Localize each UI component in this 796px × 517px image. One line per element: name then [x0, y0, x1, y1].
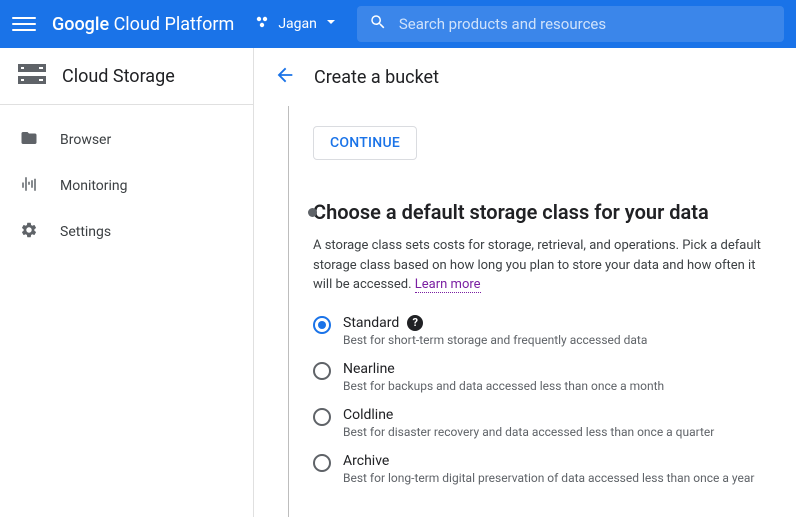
learn-more-link[interactable]: Learn more	[415, 277, 481, 293]
radio-option-standard[interactable]: Standard ? Best for short-term storage a…	[313, 315, 776, 347]
section-description-text: A storage class sets costs for storage, …	[313, 238, 761, 292]
radio-label: Standard	[343, 315, 399, 331]
radio-label: Nearline	[343, 361, 395, 377]
cloud-storage-icon	[18, 62, 46, 90]
sidebar-nav: Browser Monitoring Settings	[0, 105, 253, 255]
radio-icon	[313, 362, 331, 380]
brand-prefix: Google	[52, 14, 109, 35]
radio-icon	[313, 408, 331, 426]
radio-option-nearline[interactable]: Nearline Best for backups and data acces…	[313, 361, 776, 393]
storage-class-section: Choose a default storage class for your …	[313, 200, 776, 517]
hamburger-menu-icon[interactable]	[12, 12, 36, 36]
search-input[interactable]	[399, 15, 772, 33]
section-heading: Choose a default storage class for your …	[313, 200, 776, 224]
search-icon	[369, 13, 387, 35]
radio-hint: Best for disaster recovery and data acce…	[343, 425, 714, 439]
sidebar-item-browser[interactable]: Browser	[0, 117, 253, 163]
radio-label: Coldline	[343, 407, 393, 423]
sidebar-item-label: Browser	[60, 132, 111, 148]
gear-icon	[20, 221, 38, 243]
main-panel: Create a bucket CONTINUE Choose a defaul…	[254, 48, 796, 517]
sidebar-title: Cloud Storage	[62, 66, 175, 87]
monitoring-icon	[20, 175, 38, 197]
radio-icon	[313, 316, 331, 334]
back-arrow-icon[interactable]	[274, 64, 296, 90]
project-name: Jagan	[278, 16, 317, 32]
sidebar-header: Cloud Storage	[0, 48, 253, 105]
storage-class-radio-group: Standard ? Best for short-term storage a…	[313, 315, 776, 485]
search-bar[interactable]	[357, 6, 784, 42]
brand-suffix: Cloud Platform	[114, 14, 235, 35]
sidebar-item-settings[interactable]: Settings	[0, 209, 253, 255]
sidebar: Cloud Storage Browser Monitoring Setting…	[0, 48, 254, 517]
sidebar-item-monitoring[interactable]: Monitoring	[0, 163, 253, 209]
top-bar: Google Cloud Platform Jagan	[0, 0, 796, 48]
sidebar-item-label: Monitoring	[60, 178, 128, 194]
browser-icon	[20, 129, 38, 151]
sidebar-item-label: Settings	[60, 224, 111, 240]
step-bullet-icon	[308, 208, 317, 217]
main-header: Create a bucket	[254, 48, 796, 106]
radio-hint: Best for long-term digital preservation …	[343, 471, 754, 485]
brand-logo[interactable]: Google Cloud Platform	[52, 14, 234, 35]
radio-option-archive[interactable]: Archive Best for long-term digital prese…	[313, 453, 776, 485]
radio-option-coldline[interactable]: Coldline Best for disaster recovery and …	[313, 407, 776, 439]
continue-button-top[interactable]: CONTINUE	[313, 126, 417, 160]
radio-label: Archive	[343, 453, 389, 469]
help-icon[interactable]: ?	[407, 315, 423, 331]
radio-hint: Best for backups and data accessed less …	[343, 379, 664, 393]
chevron-down-icon	[325, 16, 337, 32]
radio-hint: Best for short-term storage and frequent…	[343, 333, 647, 347]
radio-icon	[313, 454, 331, 472]
project-icon	[254, 14, 270, 34]
project-selector[interactable]: Jagan	[254, 14, 337, 34]
section-description: A storage class sets costs for storage, …	[313, 236, 776, 295]
page-title: Create a bucket	[314, 67, 439, 88]
